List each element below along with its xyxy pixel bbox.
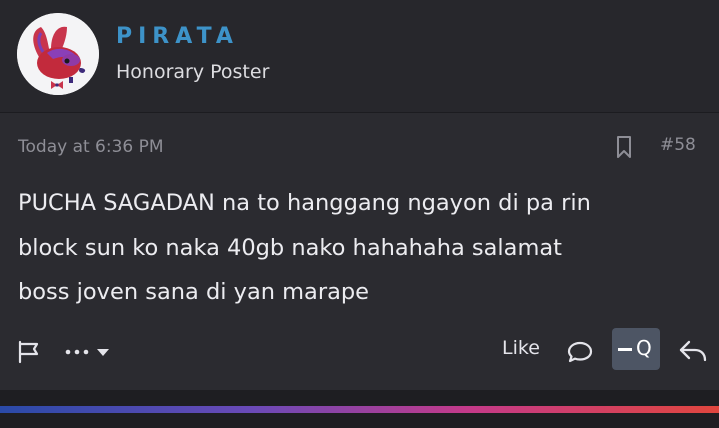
- user-title: Honorary Poster: [116, 61, 270, 83]
- bookmark-icon[interactable]: [614, 135, 634, 159]
- reply-arrow-icon[interactable]: [678, 337, 708, 365]
- message-line: PUCHA SAGADAN na to hanggang ngayon di p…: [18, 190, 591, 216]
- message-line: boss joven sana di yan marape: [18, 279, 370, 305]
- post-actions: Like Q: [0, 327, 719, 373]
- gradient-bar: [0, 406, 719, 413]
- post-number[interactable]: #58: [660, 135, 696, 155]
- user-avatar[interactable]: [17, 13, 99, 95]
- post-message: PUCHA SAGADAN na to hanggang ngayon di p…: [18, 181, 708, 315]
- minus-icon: [618, 348, 632, 351]
- page-footer: [0, 390, 719, 428]
- flag-icon[interactable]: [16, 339, 42, 365]
- post-timestamp[interactable]: Today at 6:36 PM: [18, 137, 164, 157]
- bunny-avatar-icon: [17, 13, 99, 95]
- username[interactable]: PIRATA: [116, 24, 239, 49]
- more-menu-icon[interactable]: [62, 339, 114, 365]
- speech-bubble-icon[interactable]: [566, 339, 594, 365]
- user-header: PIRATA Honorary Poster: [0, 0, 719, 112]
- post-container: Today at 6:36 PM #58 PUCHA SAGADAN na to…: [0, 113, 719, 390]
- message-line: block sun ko naka 40gb nako hahahaha sal…: [18, 234, 562, 261]
- like-button[interactable]: Like: [502, 337, 540, 359]
- quote-button[interactable]: Q: [612, 328, 660, 370]
- quote-icon: Q: [636, 336, 652, 360]
